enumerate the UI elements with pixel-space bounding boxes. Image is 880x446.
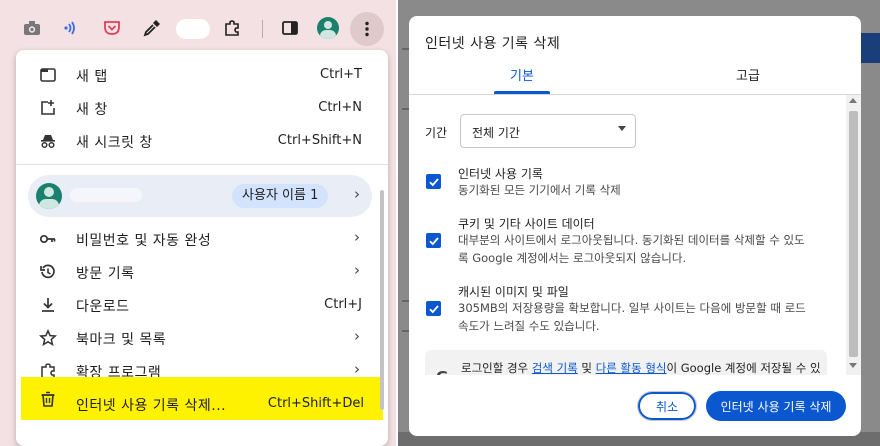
menu-item-shortcut: Ctrl+N — [318, 100, 362, 115]
incognito-icon — [38, 131, 58, 151]
menu-item-passwords[interactable]: 비밀번호 및 자동 완성 › — [16, 223, 388, 255]
time-range-label: 기간 — [425, 126, 448, 140]
background-button — [860, 33, 880, 63]
screenshot-root: 새 탭 Ctrl+T 새 창 Ctrl+N 새 시크릿 창 Ctrl+Shift… — [0, 0, 880, 446]
sidepanel-icon[interactable] — [276, 14, 304, 42]
new-window-icon — [38, 98, 58, 118]
chevron-right-icon: › — [354, 327, 360, 345]
chrome-menu: 새 탭 Ctrl+T 새 창 Ctrl+N 새 시크릿 창 Ctrl+Shift… — [16, 50, 388, 446]
check-icon — [428, 236, 439, 245]
profile-pill[interactable] — [176, 19, 210, 39]
menu-item-shortcut: Ctrl+T — [320, 67, 362, 82]
menu-item-label: 새 창 — [76, 102, 108, 118]
chrome-window-right: 인터넷 사용 기록 삭제 기본 고급 기간 전체 기간 인터넷 사용 기록 동기… — [398, 0, 880, 446]
avatar — [36, 183, 62, 209]
camera-icon[interactable] — [18, 14, 46, 42]
menu-item-incognito[interactable]: 새 시크릿 창 Ctrl+Shift+N — [16, 125, 388, 157]
trash-icon — [38, 389, 58, 409]
check-icon — [428, 304, 439, 313]
cookies-checkbox[interactable] — [426, 233, 441, 248]
google-g-icon: G — [436, 368, 448, 375]
scroll-down-icon[interactable] — [849, 363, 857, 368]
menu-item-label: 방문 기록 — [76, 266, 135, 282]
browser-toolbar — [0, 0, 396, 56]
toolbar-separator — [262, 20, 263, 38]
dialog-scrollbar[interactable] — [846, 95, 861, 375]
new-tab-icon — [38, 65, 58, 85]
pocket-icon[interactable] — [98, 14, 126, 42]
extension-icon[interactable] — [218, 14, 246, 42]
check-icon — [428, 177, 439, 186]
download-icon — [38, 295, 58, 315]
cancel-button[interactable]: 취소 — [637, 391, 697, 421]
menu-item-label: 새 시크릿 창 — [76, 135, 153, 151]
chevron-right-icon: › — [354, 228, 360, 246]
dialog-content: 기간 전체 기간 인터넷 사용 기록 동기화된 모든 기기에서 기록 삭제 쿠키… — [409, 95, 861, 375]
menu-divider — [16, 164, 388, 165]
chevron-right-icon: › — [354, 261, 360, 279]
history-option-title: 인터넷 사용 기록 — [458, 167, 543, 181]
tab-basic[interactable]: 기본 — [409, 65, 635, 84]
note-text-part: 및 — [577, 361, 596, 375]
cache-option-desc-line2: 속도가 느려질 수도 있습니다. — [458, 319, 600, 333]
menu-item-new-tab[interactable]: 새 탭 Ctrl+T — [16, 59, 388, 91]
menu-item-label: 새 탭 — [76, 69, 108, 85]
clear-data-button[interactable]: 인터넷 사용 기록 삭제 — [706, 391, 846, 421]
scroll-up-icon[interactable] — [849, 98, 857, 103]
menu-item-new-window[interactable]: 새 창 Ctrl+N — [16, 92, 388, 124]
cache-checkbox[interactable] — [426, 301, 441, 316]
menu-item-shortcut: Ctrl+J — [324, 297, 362, 312]
google-note-text: 로그인할 경우 검색 기록 및 다른 활동 형식이 Google 계정에 저장될… — [461, 359, 821, 375]
menu-item-bookmarks[interactable]: 북마크 및 목록 › — [16, 322, 388, 354]
menu-item-label: 인터넷 사용 기록 삭제... — [76, 398, 227, 414]
eyedropper-icon[interactable] — [138, 14, 166, 42]
menu-item-shortcut: Ctrl+Shift+Del — [267, 396, 364, 411]
menu-item-label: 다운로드 — [76, 299, 130, 315]
other-activity-link[interactable]: 다른 활동 형식 — [596, 361, 667, 375]
history-option-desc: 동기화된 모든 기기에서 기록 삭제 — [458, 183, 621, 197]
history-checkbox[interactable] — [426, 174, 441, 189]
cookies-option-desc-line2: 록 Google 계정에서는 로그아웃되지 않습니다. — [458, 251, 687, 265]
avatar[interactable] — [317, 17, 339, 39]
chevron-right-icon: › — [354, 360, 360, 378]
time-range-select[interactable]: 전체 기간 — [460, 114, 636, 148]
cookies-option-title: 쿠키 및 기타 사이트 데이터 — [458, 217, 595, 231]
cast-icon[interactable] — [58, 14, 86, 42]
dialog-title: 인터넷 사용 기록 삭제 — [425, 36, 561, 52]
menu-profile-row[interactable]: 사용자 이름 1 › — [28, 175, 372, 217]
menu-item-label: 비밀번호 및 자동 완성 — [76, 233, 212, 249]
kebab-menu-icon[interactable] — [350, 12, 384, 46]
cookies-option-desc-line1: 대부분의 사이트에서 로그아웃됩니다. 동기화된 데이터를 삭제할 수 있도 — [458, 233, 805, 247]
menu-item-shortcut: Ctrl+Shift+N — [277, 133, 362, 148]
tab-advanced[interactable]: 고급 — [635, 65, 861, 84]
cache-option-title: 캐시된 이미지 및 파일 — [458, 285, 569, 299]
clear-browsing-data-dialog: 인터넷 사용 기록 삭제 기본 고급 기간 전체 기간 인터넷 사용 기록 동기… — [409, 16, 861, 436]
menu-item-downloads[interactable]: 다운로드 Ctrl+J — [16, 289, 388, 321]
scrollbar-thumb[interactable] — [849, 111, 858, 357]
menu-scrollbar[interactable] — [380, 190, 384, 410]
chevron-right-icon: › — [354, 185, 360, 203]
history-icon — [38, 262, 58, 282]
blurred-profile-name — [70, 188, 142, 202]
menu-item-label: 북마크 및 목록 — [76, 332, 167, 348]
menu-item-clear-browsing-data[interactable]: 인터넷 사용 기록 삭제... Ctrl+Shift+Del — [21, 377, 383, 420]
search-history-link[interactable]: 검색 기록 — [532, 361, 578, 375]
dialog-footer: 취소 인터넷 사용 기록 삭제 — [409, 375, 861, 436]
cache-option-desc-line1: 305MB의 저장용량을 확보합니다. 일부 사이트는 다음에 방문할 때 로드 — [458, 301, 806, 315]
dropdown-arrow-icon — [618, 126, 626, 131]
note-text-part: 로그인할 경우 — [461, 361, 532, 375]
menu-item-history[interactable]: 방문 기록 › — [16, 256, 388, 288]
chrome-window-left: 새 탭 Ctrl+T 새 창 Ctrl+N 새 시크릿 창 Ctrl+Shift… — [0, 0, 396, 446]
star-icon — [38, 328, 58, 348]
time-range-value: 전체 기간 — [472, 126, 520, 140]
google-account-note: G 로그인할 경우 검색 기록 및 다른 활동 형식이 Google 계정에 저… — [425, 350, 827, 375]
key-icon — [38, 229, 58, 249]
profile-name-chip: 사용자 이름 1 — [232, 184, 329, 208]
